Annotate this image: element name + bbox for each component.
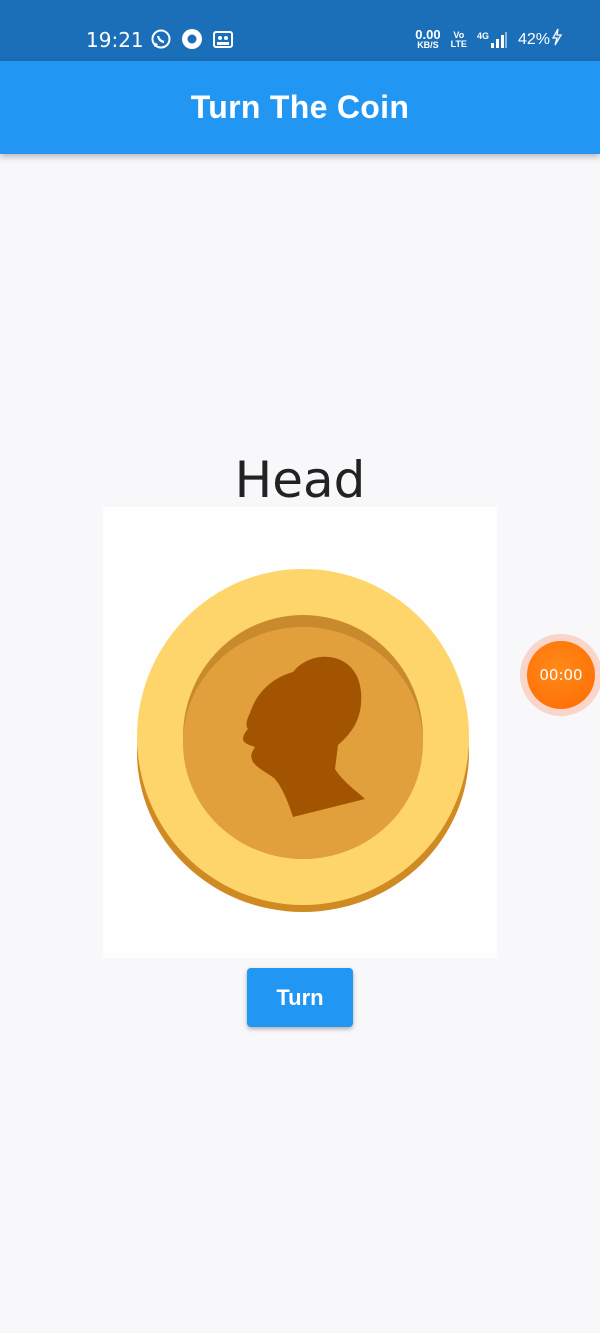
gallery-icon bbox=[212, 28, 234, 50]
net-speed: 0.00 KB/S bbox=[415, 26, 441, 50]
app-title: Turn The Coin bbox=[190, 89, 410, 125]
screen-recorder-bubble[interactable]: 00:00 bbox=[520, 634, 600, 716]
record-icon bbox=[181, 28, 203, 50]
notification-icons bbox=[150, 28, 234, 50]
status-bar: 19:21 0.00 KB/S Vo LTE 4G 42% bbox=[0, 0, 600, 61]
charging-icon bbox=[551, 28, 563, 51]
coin-image bbox=[103, 507, 497, 958]
coin-head-icon bbox=[137, 569, 469, 912]
coin-result-label: Head bbox=[234, 451, 366, 509]
volte-indicator: Vo LTE bbox=[450, 29, 467, 49]
whatsapp-icon bbox=[150, 28, 172, 50]
signal-icon: 4G bbox=[477, 31, 508, 49]
system-indicators: 0.00 KB/S Vo LTE 4G 42% bbox=[415, 26, 563, 51]
battery-level: 42% bbox=[517, 30, 550, 48]
status-time: 19:21 bbox=[86, 28, 144, 52]
recorder-timer[interactable]: 00:00 bbox=[527, 641, 595, 709]
turn-button[interactable]: Turn bbox=[247, 968, 353, 1027]
app-bar: Turn The Coin bbox=[0, 61, 600, 154]
